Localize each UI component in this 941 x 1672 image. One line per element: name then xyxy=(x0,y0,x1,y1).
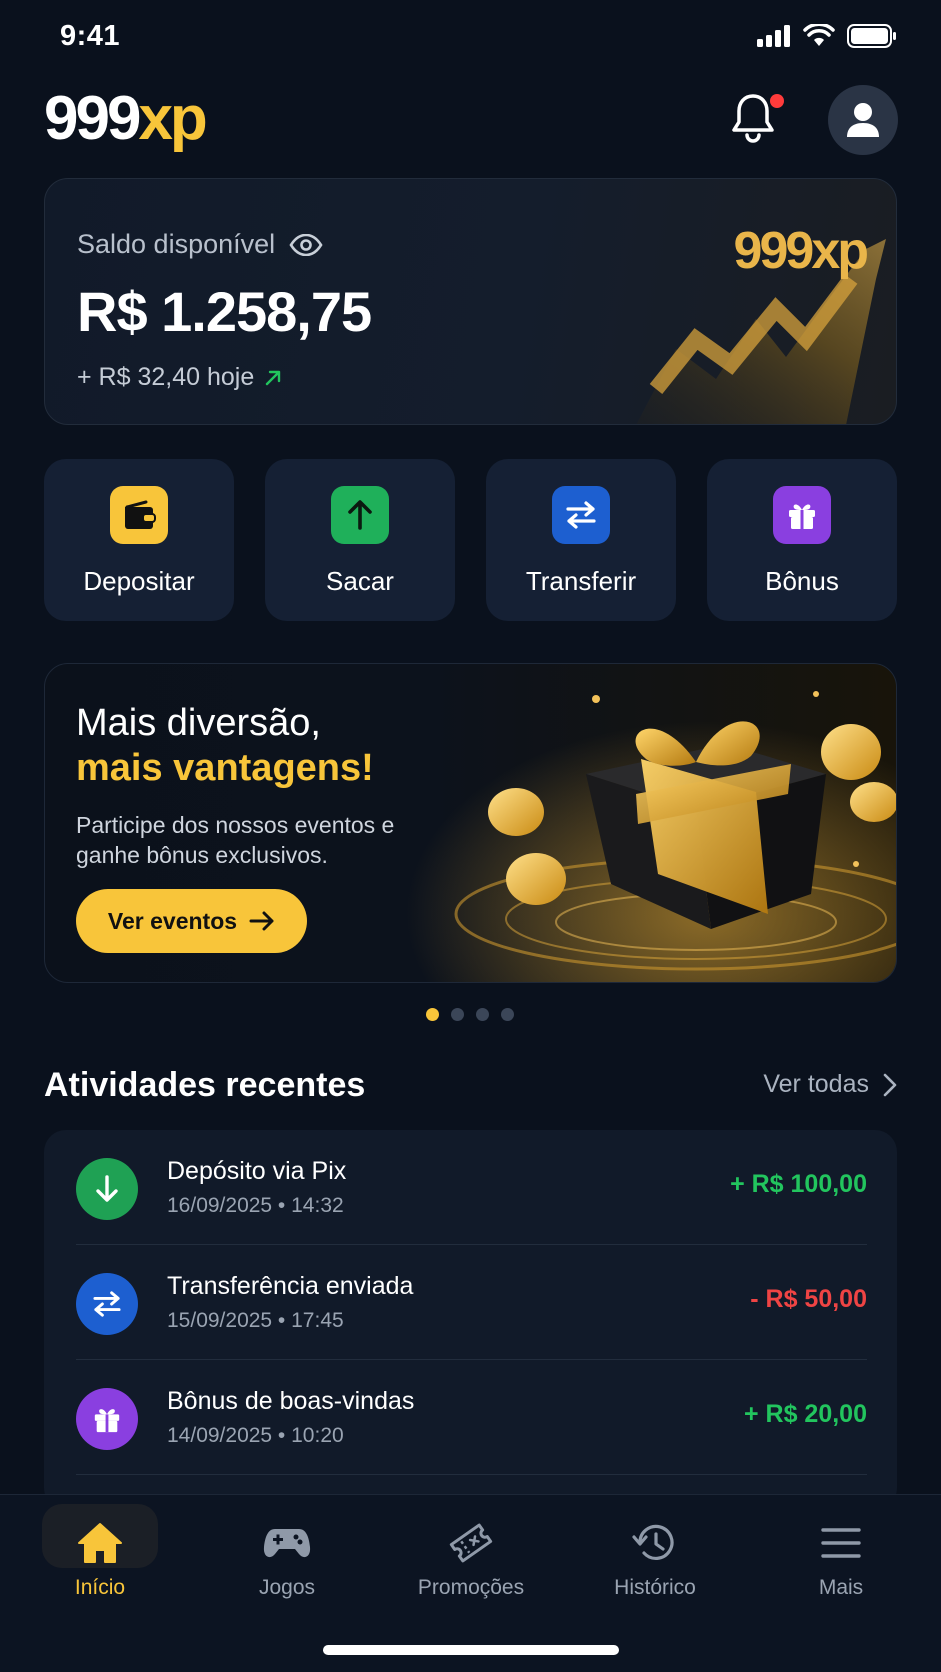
balance-today-text: + R$ 32,40 hoje xyxy=(77,363,255,391)
app-logo: 999xp xyxy=(44,84,208,153)
promo-description: Participe dos nossos eventos e ganhe bôn… xyxy=(76,812,395,868)
bonus-label: Bônus xyxy=(765,566,839,596)
signal-icon xyxy=(757,25,790,47)
activity-title: Depósito via Pix xyxy=(167,1157,347,1185)
nav-more[interactable]: Mais xyxy=(771,1514,911,1600)
activity-amount: + R$ 100,00 xyxy=(730,1170,867,1198)
balance-value: R$ 1.258,75 xyxy=(77,280,372,343)
carousel-dot[interactable] xyxy=(451,1008,464,1021)
activity-title: Transferência enviada xyxy=(167,1272,414,1300)
activity-amount: + R$ 20,00 xyxy=(743,1400,867,1428)
bottom-navigation: Início Jogos Promoções Histórico Mais xyxy=(0,1494,941,1672)
bonus-button[interactable]: Bônus xyxy=(707,459,897,621)
nav-games[interactable]: Jogos xyxy=(217,1514,357,1600)
nav-games-label: Jogos xyxy=(258,1576,316,1599)
balance-label: Saldo disponível xyxy=(77,229,323,260)
activity-date: 15/09/2025 • 17:45 xyxy=(167,1309,344,1332)
gift-icon xyxy=(76,1388,138,1450)
activity-item[interactable]: Transferência enviada 15/09/2025 • 17:45… xyxy=(76,1245,867,1360)
nav-more-label: Mais xyxy=(818,1576,864,1599)
carousel-dot[interactable] xyxy=(476,1008,489,1021)
deposit-label: Depositar xyxy=(83,566,195,596)
nav-home-label: Início xyxy=(74,1576,126,1599)
gift-icon xyxy=(773,486,831,544)
transfer-button[interactable]: Transferir xyxy=(486,459,676,621)
carousel-dot[interactable] xyxy=(426,1008,439,1021)
battery-icon xyxy=(847,24,896,48)
user-icon xyxy=(847,103,879,137)
see-all-label: Ver todas xyxy=(763,1070,869,1098)
trend-up-icon xyxy=(266,370,281,385)
promo-subtitle: mais vantagens! xyxy=(76,747,374,789)
history-icon xyxy=(632,1514,678,1572)
withdraw-label: Sacar xyxy=(326,566,394,596)
notification-badge xyxy=(770,94,784,108)
ticket-icon xyxy=(448,1514,494,1572)
wifi-icon xyxy=(803,24,835,46)
transfer-icon xyxy=(76,1273,138,1335)
gamepad-icon xyxy=(263,1514,311,1572)
see-events-button[interactable]: Ver eventos xyxy=(76,889,307,953)
eye-icon[interactable] xyxy=(289,233,323,256)
status-icons xyxy=(757,24,897,48)
see-events-label: Ver eventos xyxy=(107,907,238,934)
profile-button[interactable] xyxy=(828,85,898,155)
arrow-down-icon xyxy=(76,1158,138,1220)
activity-item[interactable]: Depósito via Pix 16/09/2025 • 14:32 + R$… xyxy=(76,1130,867,1245)
nav-promotions[interactable]: Promoções xyxy=(401,1514,541,1600)
carousel-indicators[interactable] xyxy=(426,1008,514,1021)
activity-title: Bônus de boas-vindas xyxy=(167,1387,415,1415)
activity-list: Depósito via Pix 16/09/2025 • 14:32 + R$… xyxy=(44,1130,897,1510)
promo-banner[interactable]: Mais diversão, mais vantagens! Participe… xyxy=(44,663,897,983)
transfer-label: Transferir xyxy=(525,566,637,596)
activity-date: 16/09/2025 • 14:32 xyxy=(167,1194,344,1217)
activity-amount: - R$ 50,00 xyxy=(750,1285,867,1313)
gift-box-illustration xyxy=(396,664,896,982)
balance-card: Saldo disponível R$ 1.258,75 + R$ 32,40 … xyxy=(44,178,897,425)
balance-label-text: Saldo disponível xyxy=(77,229,276,259)
balance-today: + R$ 32,40 hoje xyxy=(77,363,282,392)
see-all-link[interactable]: Ver todas xyxy=(763,1070,897,1099)
balance-brand-logo: 999xp xyxy=(733,222,869,280)
home-icon xyxy=(77,1514,123,1572)
menu-icon xyxy=(820,1514,862,1572)
status-time: 9:41 xyxy=(60,20,121,52)
activity-item[interactable]: Bônus de boas-vindas 14/09/2025 • 10:20 … xyxy=(76,1360,867,1475)
nav-history[interactable]: Histórico xyxy=(585,1514,725,1600)
carousel-dot[interactable] xyxy=(501,1008,514,1021)
recent-activity-title: Atividades recentes xyxy=(44,1066,366,1104)
arrow-right-icon xyxy=(249,911,274,931)
wallet-icon xyxy=(110,486,168,544)
nav-history-label: Histórico xyxy=(614,1576,696,1599)
nav-promotions-label: Promoções xyxy=(417,1576,525,1599)
deposit-button[interactable]: Depositar xyxy=(44,459,234,621)
activity-date: 14/09/2025 • 10:20 xyxy=(167,1424,344,1447)
transfer-icon xyxy=(552,486,610,544)
nav-home[interactable]: Início xyxy=(30,1514,170,1600)
withdraw-button[interactable]: Sacar xyxy=(265,459,455,621)
arrow-up-icon xyxy=(331,486,389,544)
chevron-right-icon xyxy=(883,1073,897,1096)
promo-title: Mais diversão, xyxy=(76,702,321,744)
